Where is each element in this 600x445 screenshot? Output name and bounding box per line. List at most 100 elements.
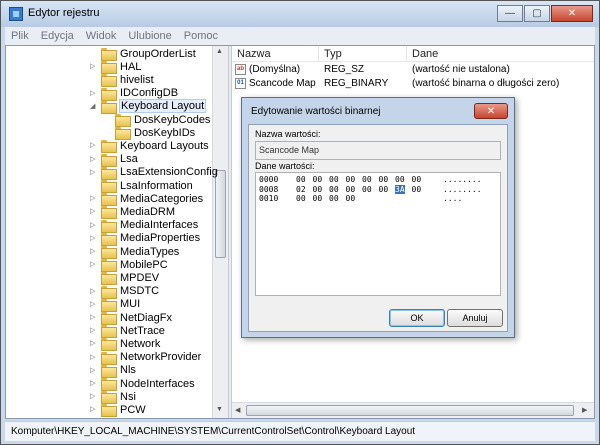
hex-byte[interactable]: 00 (313, 185, 323, 194)
tree-item[interactable]: ▷ Nsi (90, 390, 137, 405)
tree-item[interactable]: ▷ NodeInterfaces (90, 377, 196, 391)
expand-arrow-icon[interactable]: ▷ (90, 326, 97, 335)
expand-arrow-icon[interactable]: ▷ (90, 207, 97, 216)
tree-item[interactable]: LsaInformation (90, 179, 194, 193)
tree-item[interactable]: ▷ MUI (90, 298, 141, 312)
hex-byte[interactable]: 00 (329, 194, 339, 203)
expand-arrow-icon[interactable]: ▷ (90, 194, 97, 203)
expand-arrow-icon[interactable]: ▷ (90, 260, 97, 269)
tree-item[interactable]: ▷PnP (90, 417, 142, 418)
tree-vertical-scrollbar[interactable]: ▲ ▼ (212, 46, 228, 418)
hex-byte[interactable]: 00 (296, 175, 306, 184)
expand-arrow-icon[interactable]: ▷ (90, 155, 97, 164)
tree-item[interactable]: ▷ MediaProperties (90, 232, 201, 246)
hex-byte[interactable]: 00 (313, 194, 323, 203)
maximize-button[interactable]: ▢ (524, 5, 550, 22)
menu-edit[interactable]: Edycja (35, 30, 80, 42)
tree-item[interactable]: DosKeybIDs (104, 126, 196, 141)
hex-byte[interactable]: 00 (412, 175, 422, 184)
value-row[interactable]: 01 Scancode Map REG_BINARY (wartość bina… (232, 77, 594, 91)
scroll-left-arrow-icon[interactable]: ◀ (235, 406, 240, 414)
hex-byte[interactable]: 00 (329, 175, 339, 184)
tree-item[interactable]: ▷ MediaInterfaces (90, 219, 199, 233)
tree-item[interactable]: GroupOrderList (90, 47, 197, 61)
hex-byte[interactable]: 00 (346, 185, 356, 194)
tree-item[interactable]: ▷ MobilePC (90, 258, 169, 273)
column-separator[interactable] (406, 46, 407, 62)
tree-item[interactable]: MPDEV (90, 271, 160, 286)
tree-item[interactable]: ▷ Keyboard Layouts (90, 139, 210, 154)
tree-item[interactable]: ◢ Keyboard Layout (90, 99, 207, 114)
expand-arrow-icon[interactable]: ▷ (90, 247, 97, 256)
expand-arrow-icon[interactable]: ▷ (90, 379, 97, 388)
menu-file[interactable]: Plik (5, 30, 35, 42)
hex-editor[interactable]: 0000 00 00 00 00 00 00 00 00........ 0008 02 00 00 00… (255, 172, 501, 296)
scroll-up-arrow-icon[interactable]: ▲ (216, 48, 223, 55)
ok-button[interactable]: OK (389, 309, 445, 327)
dialog-title-bar[interactable]: Edytowanie wartości binarnej ✕ (242, 98, 514, 124)
column-header-data[interactable]: Dane (412, 48, 438, 60)
scroll-right-arrow-icon[interactable]: ▶ (582, 406, 587, 414)
hex-byte[interactable]: 00 (362, 185, 372, 194)
expand-arrow-icon[interactable]: ▷ (90, 168, 97, 177)
dialog-close-button[interactable]: ✕ (474, 103, 508, 119)
expand-arrow-icon[interactable]: ▷ (90, 234, 97, 243)
tree-item[interactable]: ▷ Lsa (90, 153, 139, 167)
tree-scroll-thumb[interactable] (215, 170, 226, 258)
expand-arrow-icon[interactable]: ▷ (90, 89, 97, 98)
tree-item[interactable]: ▷ PCW (90, 403, 147, 418)
menu-view[interactable]: Widok (80, 30, 123, 42)
close-button[interactable]: ✕ (551, 5, 593, 22)
tree-item[interactable]: ▷ NetworkProvider (90, 351, 202, 365)
tree-item[interactable]: ▷ NetDiagFx (90, 311, 173, 325)
expand-arrow-icon[interactable]: ▷ (90, 405, 97, 414)
column-header-type[interactable]: Typ (324, 48, 342, 60)
hex-byte[interactable]: 00 (412, 185, 422, 194)
expand-arrow-icon[interactable]: ▷ (90, 221, 97, 230)
hex-byte[interactable]: 02 (296, 185, 306, 194)
expand-arrow-icon[interactable]: ▷ (90, 287, 97, 296)
expand-arrow-icon[interactable]: ▷ (90, 300, 97, 309)
cancel-button[interactable]: Anuluj (447, 309, 503, 327)
tree-item[interactable]: ▷ IDConfigDB (90, 87, 179, 101)
expand-arrow-icon[interactable]: ▷ (90, 353, 97, 362)
tree-item[interactable]: ▷ MSDTC (90, 285, 160, 299)
tree-item[interactable]: ▷ MediaCategories (90, 192, 204, 207)
tree-item[interactable]: ▷ NetTrace (90, 324, 166, 339)
column-header-name[interactable]: Nazwa (237, 48, 271, 60)
expand-arrow-icon[interactable]: ▷ (90, 339, 97, 348)
expand-arrow-icon[interactable]: ▷ (90, 62, 97, 71)
list-scroll-thumb[interactable] (246, 405, 574, 416)
title-bar[interactable]: Edytor rejestru — ▢ ✕ (1, 1, 599, 27)
hex-byte[interactable]: 00 (379, 185, 389, 194)
hex-byte[interactable]: 00 (346, 194, 356, 203)
hex-byte[interactable]: 00 (395, 175, 405, 184)
menu-help[interactable]: Pomoc (178, 30, 224, 42)
hex-byte[interactable]: 00 (329, 185, 339, 194)
list-horizontal-scrollbar[interactable]: ◀ ▶ (232, 402, 594, 418)
scroll-down-arrow-icon[interactable]: ▼ (216, 406, 223, 413)
expand-arrow-icon[interactable]: ▷ (90, 313, 97, 322)
tree-item[interactable]: hivelist (90, 73, 155, 88)
tree-item[interactable]: ▷ Network (90, 337, 161, 352)
value-row[interactable]: ab (Domyślna) REG_SZ (wartość nie ustalo… (232, 63, 594, 77)
expand-arrow-icon[interactable]: ▷ (90, 366, 97, 375)
tree-item[interactable]: ▷ Nls (90, 364, 137, 378)
hex-byte[interactable]: 00 (313, 175, 323, 184)
expand-arrow-icon[interactable]: ▷ (90, 392, 97, 401)
minimize-button[interactable]: — (497, 5, 523, 22)
hex-byte[interactable]: 3A (395, 184, 405, 194)
hex-byte[interactable]: 00 (296, 194, 306, 203)
tree-item[interactable]: ▷ MediaTypes (90, 245, 180, 259)
hex-byte[interactable]: 00 (362, 175, 372, 184)
tree-item[interactable]: ▷ LsaExtensionConfig (90, 166, 219, 180)
hex-byte[interactable]: 00 (346, 175, 356, 184)
tree-item[interactable]: ▷ MediaDRM (90, 205, 176, 220)
expand-arrow-icon[interactable]: ▷ (90, 141, 97, 150)
tree-item[interactable]: ▷ HAL (90, 60, 142, 75)
hex-byte[interactable]: 00 (379, 175, 389, 184)
menu-favorites[interactable]: Ulubione (122, 30, 177, 42)
tree-item[interactable]: DosKeybCodes (104, 113, 211, 127)
column-separator[interactable] (318, 46, 319, 62)
collapse-arrow-icon[interactable]: ◢ (90, 102, 97, 111)
